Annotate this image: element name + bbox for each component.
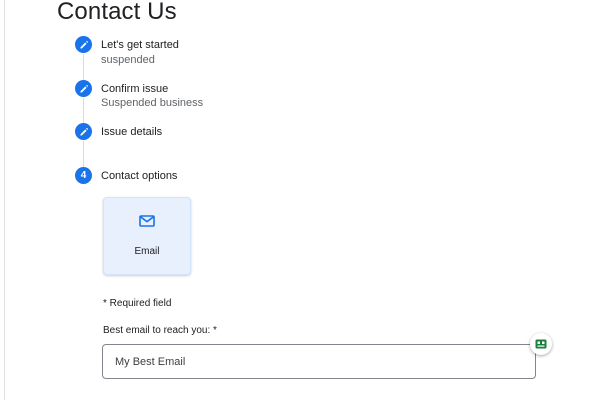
step-2-title[interactable]: Confirm issue xyxy=(101,83,168,95)
step-3-pencil-icon[interactable] xyxy=(75,123,92,140)
extension-badge-icon xyxy=(535,339,547,349)
left-divider xyxy=(4,0,5,400)
step-2-subtitle: Suspended business xyxy=(101,97,204,109)
step-3-title[interactable]: Issue details xyxy=(101,126,162,138)
step-1-subtitle: suspended xyxy=(101,54,155,66)
email-field[interactable] xyxy=(102,344,536,379)
page-title: Contact Us xyxy=(57,0,177,25)
step-1-title[interactable]: Let's get started xyxy=(101,39,179,51)
email-option-card[interactable]: Email xyxy=(103,197,191,275)
stepper-connector xyxy=(83,141,84,167)
pencil-icon xyxy=(80,84,88,92)
step-2-pencil-icon[interactable] xyxy=(75,80,92,97)
step-4-number-badge: 4 xyxy=(75,167,92,184)
step-4-title: Contact options xyxy=(101,170,178,182)
email-option-label: Email xyxy=(134,246,160,257)
step-1-pencil-icon[interactable] xyxy=(75,36,92,53)
stepper-connector xyxy=(83,98,84,123)
stepper-connector xyxy=(83,54,84,80)
contact-us-page: Contact Us Let's get started suspended C… xyxy=(0,0,600,400)
email-field-label: Best email to reach you: * xyxy=(103,325,217,336)
required-field-note: * Required field xyxy=(103,298,172,309)
extension-badge-button[interactable] xyxy=(530,333,552,355)
pencil-icon xyxy=(80,127,88,135)
pencil-icon xyxy=(80,40,88,48)
mail-icon xyxy=(139,215,155,227)
